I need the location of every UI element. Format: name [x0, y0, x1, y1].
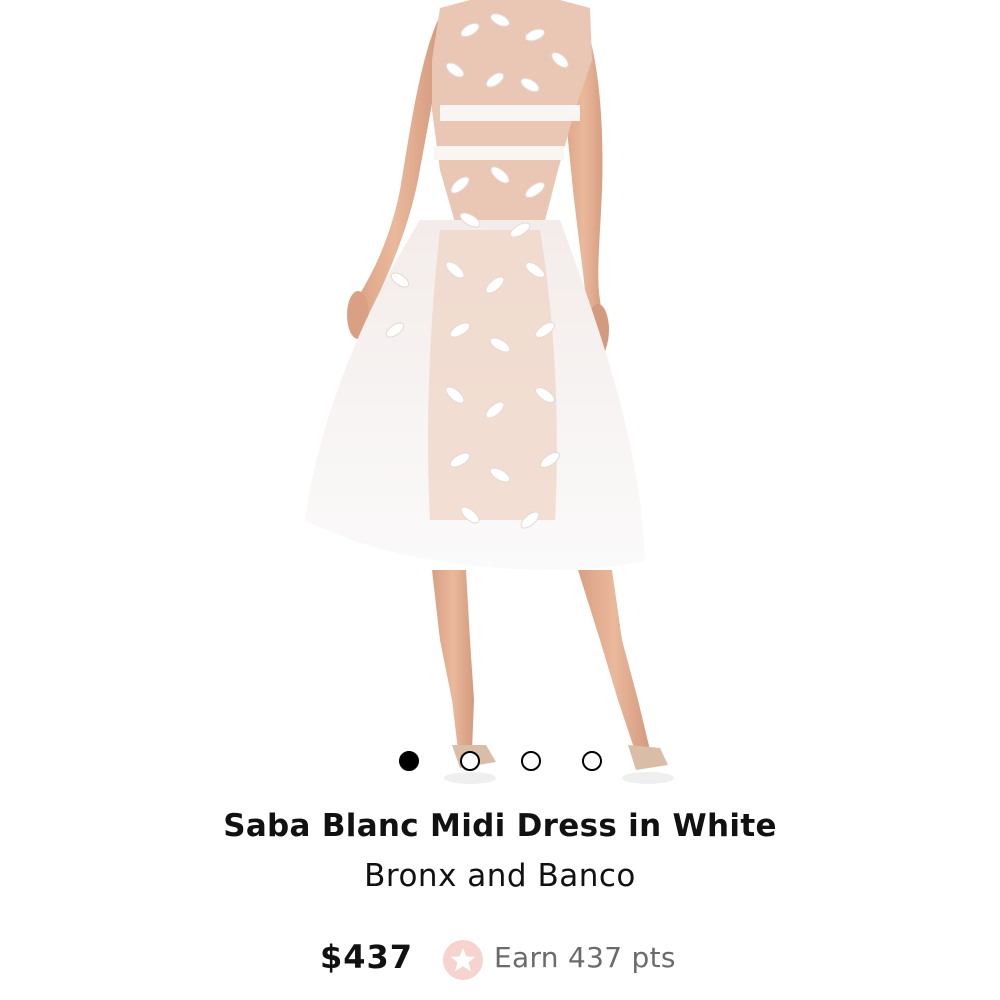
product-detail-page: Saba Blanc Midi Dress in White Bronx and… [0, 0, 1000, 1000]
carousel-dot-2[interactable] [460, 751, 480, 771]
carousel-dot-1[interactable] [399, 751, 419, 771]
product-image[interactable] [0, 0, 1000, 790]
product-brand[interactable]: Bronx and Banco [0, 858, 1000, 894]
star-icon [443, 940, 483, 980]
carousel-dot-4[interactable] [582, 751, 602, 771]
image-carousel-pager [0, 751, 1000, 771]
product-title: Saba Blanc Midi Dress in White [223, 808, 777, 844]
points-label: Earn 437 pts [494, 941, 676, 974]
carousel-dot-3[interactable] [521, 751, 541, 771]
product-price: $437 [320, 938, 414, 976]
dress-photo [0, 0, 1000, 790]
